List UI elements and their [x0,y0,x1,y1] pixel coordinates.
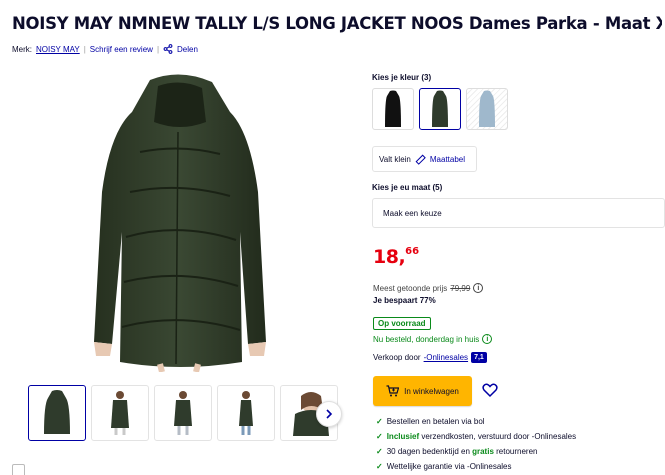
product-meta: Merk: NOISY MAY | Schrijf een review | D… [12,44,198,54]
check-icon: ✓ [376,432,383,441]
thumbnail[interactable] [217,385,275,441]
thumbnail[interactable] [28,385,86,441]
usp-text: Inclusief verzendkosten, verstuurd door … [386,432,577,441]
thumbnail[interactable] [91,385,149,441]
product-title: NOISY MAY NMNEW TALLY L/S LONG JACKET NO… [12,14,662,33]
color-swatch-black[interactable] [372,88,414,130]
add-to-cart-label: In winkelwagen [404,386,459,396]
brand-link[interactable]: NOISY MAY [36,45,80,54]
color-swatches [372,88,508,130]
info-icon[interactable]: i [473,283,484,293]
seller-info: Verkoop door -Onlinesales 7,1 [373,352,487,363]
size-chart-link[interactable]: Maattabel [430,155,465,164]
size-select[interactable]: Maak een keuze [372,198,665,228]
reference-price: Meest getoonde prijs 79,99 i [373,283,484,293]
color-label: Kies je kleur (3) [372,73,432,82]
color-swatch-light-blue[interactable] [466,88,508,130]
heart-icon[interactable] [482,382,498,398]
seller-label: Verkoop door [373,353,421,362]
color-swatch-dark-green[interactable] [419,88,461,130]
divider: | [156,44,160,54]
cart-icon [386,385,400,397]
compare-checkbox[interactable] [12,464,25,475]
share-icon[interactable] [163,44,173,54]
usp-item: ✓ Wettelijke garantie via -Onlinesales [376,462,512,471]
brand-label: Merk: [12,44,32,54]
thumbnail[interactable] [154,385,212,441]
thumbnail-strip [28,385,338,441]
check-icon: ✓ [376,462,383,471]
usp-text: Bestellen en betalen via bol [386,417,485,426]
fit-text: Valt klein [379,154,411,164]
ruler-icon [415,154,426,165]
stock-badge: Op voorraad [373,317,431,330]
write-review-link[interactable]: Schrijf een review [90,45,153,54]
seller-link[interactable]: -Onlinesales [424,353,468,362]
usp-item: ✓ Inclusief verzendkosten, verstuurd doo… [376,432,576,441]
price: 18,66 [373,246,419,268]
divider: | [83,44,86,54]
check-icon: ✓ [376,447,383,456]
usp-item: ✓ Bestellen en betalen via bol [376,417,485,426]
price-euros: 18, [373,246,406,268]
main-product-image[interactable] [80,72,280,372]
info-icon[interactable]: i [482,334,493,344]
seller-score-badge[interactable]: 7,1 [471,352,487,363]
delivery-info: Nu besteld, donderdag in huis i [373,334,493,344]
thumbnail-next-button[interactable] [316,401,342,427]
size-label: Kies je eu maat (5) [372,183,443,192]
chevron-right-icon [326,409,333,419]
reference-price-value: 79,99 [450,283,471,293]
reference-price-label: Meest getoonde prijs [373,283,448,293]
add-to-cart-button[interactable]: In winkelwagen [373,376,472,406]
check-icon: ✓ [376,417,383,426]
price-cents: 66 [405,246,420,257]
usp-text: Wettelijke garantie via -Onlinesales [386,462,512,471]
usp-text: 30 dagen bedenktijd en gratis retournere… [386,447,538,456]
usp-item: ✓ 30 dagen bedenktijd en gratis retourne… [376,447,538,456]
size-guide-box: Valt klein Maattabel [372,146,477,172]
share-link[interactable]: Delen [177,45,198,54]
delivery-text: Nu besteld, donderdag in huis [373,334,480,344]
savings-text: Je bespaart 77% [373,296,436,305]
